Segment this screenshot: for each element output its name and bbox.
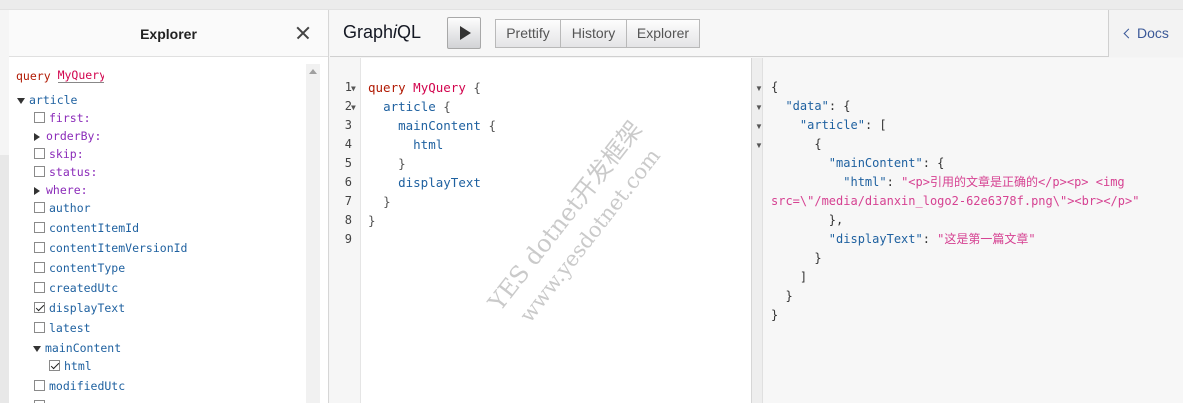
explorer-title: Explorer [140, 26, 197, 42]
line-number: 6 [344, 175, 352, 189]
result-line: } [771, 251, 822, 265]
result-line: "article": [ [799, 118, 887, 132]
checkbox[interactable] [34, 202, 45, 213]
docs-button[interactable]: Docs [1108, 10, 1183, 57]
explorer-panel: Explorer query MyQuery article first: or… [9, 10, 329, 403]
explorer-body: query MyQuery article first: orderBy: sk… [9, 57, 305, 403]
explorer-scrollbar[interactable] [306, 64, 320, 403]
explorer-root-field[interactable]: article [17, 91, 77, 109]
checkbox[interactable] [34, 148, 45, 159]
explorer-field-skip[interactable]: skip: [34, 145, 84, 163]
line-number: 8 [344, 213, 352, 227]
top-strip [0, 0, 1183, 10]
checkbox[interactable] [34, 262, 45, 273]
close-icon[interactable] [292, 22, 314, 44]
fold-arrow-icon[interactable]: ▼ [755, 84, 763, 93]
left-band [0, 155, 9, 403]
explorer-field-partial[interactable] [34, 397, 49, 403]
checkbox-checked[interactable] [49, 360, 60, 371]
checkbox[interactable] [34, 282, 45, 293]
result-line: { [771, 80, 779, 94]
code-line-3: mainContent { [398, 118, 496, 133]
code-line-8: } [368, 213, 376, 228]
explorer-button[interactable]: Explorer [627, 19, 700, 48]
caret-down-icon [33, 345, 41, 352]
result-line: ] [771, 270, 808, 284]
result-line: } [771, 308, 779, 322]
line-number: 4 [344, 137, 352, 151]
result-line: src=\"/media/dianxin_logo2-62e6378f.png\… [771, 194, 1140, 208]
execute-play-button[interactable] [447, 17, 481, 49]
line-number: 3 [344, 118, 352, 132]
explorer-query-line: query MyQuery [16, 68, 104, 83]
fold-arrow-icon[interactable]: ▼ [755, 122, 763, 131]
explorer-field-displayText[interactable]: displayText [34, 299, 125, 317]
caret-right-icon [34, 132, 40, 141]
fold-arrow-icon[interactable]: ▼ [351, 103, 356, 112]
explorer-field-status[interactable]: status: [34, 163, 97, 181]
fold-arrow-icon[interactable]: ▼ [351, 84, 356, 93]
query-editor[interactable]: 1 2 3 4 5 6 7 8 9 ▼ ▼ query MyQuery { ar… [330, 58, 752, 403]
history-button[interactable]: History [561, 19, 627, 48]
explorer-field-author[interactable]: author [34, 199, 91, 217]
explorer-field-orderBy[interactable]: orderBy: [34, 127, 101, 145]
result-line: "mainContent": { [828, 156, 945, 170]
explorer-field-first[interactable]: first: [34, 109, 91, 127]
toolbar: GraphiQL Prettify History Explorer Docs [330, 10, 1183, 57]
line-number: 5 [344, 156, 352, 170]
line-number-gutter: 1 2 3 4 5 6 7 8 9 ▼ ▼ [330, 58, 361, 403]
code-line-7: } [383, 194, 391, 209]
result-viewer: ▼ ▼ ▼ ▼ { "data": { "article": [ { "main… [755, 58, 1183, 403]
line-number: 2 [344, 99, 352, 113]
result-line: "data": { [785, 99, 851, 113]
explorer-header: Explorer [9, 10, 328, 57]
line-number: 1 [344, 80, 352, 94]
code-line-5: } [398, 156, 406, 171]
result-line: }, [771, 213, 844, 227]
caret-right-icon [34, 186, 40, 195]
fold-arrow-icon[interactable]: ▼ [755, 103, 763, 112]
code-line-4: html [413, 137, 444, 152]
checkbox-checked[interactable] [34, 302, 45, 313]
explorer-field-contentItemVersionId[interactable]: contentItemVersionId [34, 239, 187, 257]
result-line: } [771, 289, 793, 303]
prettify-button[interactable]: Prettify [495, 19, 561, 48]
checkbox[interactable] [34, 166, 45, 177]
checkbox[interactable] [34, 242, 45, 253]
code-line-1: query MyQuery { [368, 80, 481, 95]
caret-down-icon [17, 97, 25, 104]
line-number: 7 [344, 194, 352, 208]
explorer-query-keyword: query [16, 69, 51, 83]
explorer-field-latest[interactable]: latest [34, 319, 91, 337]
explorer-field-createdUtc[interactable]: createdUtc [34, 279, 118, 297]
code-line-2: article { [383, 99, 451, 114]
result-line: { [771, 137, 822, 151]
checkbox[interactable] [34, 112, 45, 123]
explorer-field-html[interactable]: html [49, 357, 92, 375]
scroll-up-icon[interactable] [309, 69, 317, 74]
explorer-query-name-input[interactable]: MyQuery [57, 68, 104, 83]
graphiql-logo: GraphiQL [343, 22, 422, 42]
explorer-field-mainContent[interactable]: mainContent [33, 339, 121, 357]
explorer-field-where[interactable]: where: [34, 181, 88, 199]
checkbox[interactable] [34, 222, 45, 233]
explorer-field-contentItemId[interactable]: contentItemId [34, 219, 139, 237]
chevron-left-icon [1123, 28, 1134, 39]
line-number: 9 [344, 232, 352, 246]
code-line-6: displayText [398, 175, 481, 190]
fold-arrow-icon[interactable]: ▼ [755, 141, 763, 150]
checkbox[interactable] [34, 380, 45, 391]
explorer-field-modifiedUtc[interactable]: modifiedUtc [34, 377, 125, 395]
checkbox[interactable] [34, 322, 45, 333]
explorer-field-contentType[interactable]: contentType [34, 259, 125, 277]
result-line: "html": "<p>引用的文章是正确的</p><p> <img [843, 175, 1125, 189]
result-line: "displayText": "这是第一篇文章" [828, 232, 1036, 246]
